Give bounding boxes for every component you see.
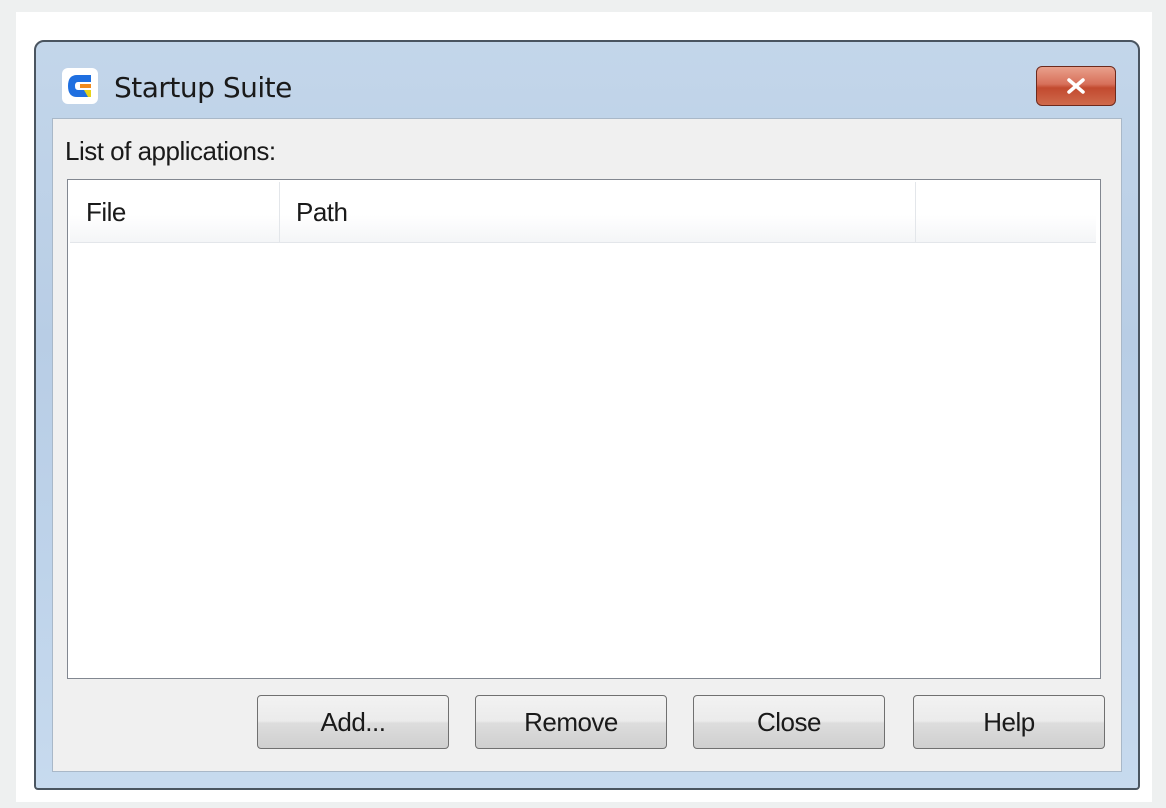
help-button[interactable]: Help [913,695,1105,749]
window-title: Startup Suite [114,71,292,104]
close-x-icon [1067,78,1085,94]
add-button[interactable]: Add... [257,695,449,749]
dialog-client-area: List of applications: File Path Add... R… [52,118,1122,772]
remove-button[interactable]: Remove [475,695,667,749]
list-of-applications-label: List of applications: [65,136,276,166]
column-header-path[interactable]: Path [280,182,916,242]
app-icon [62,68,98,104]
close-button[interactable]: Close [693,695,885,749]
title-bar[interactable]: Startup Suite [36,42,1138,118]
list-body[interactable] [70,243,1096,676]
startup-suite-dialog: Startup Suite List of applications: File… [34,40,1140,790]
close-window-button[interactable] [1036,66,1116,106]
list-header: File Path [70,182,1096,243]
button-row: Add... Remove Close Help [53,695,1121,751]
applications-list[interactable]: File Path [67,179,1101,679]
column-header-empty[interactable] [916,182,1096,242]
column-header-file[interactable]: File [70,182,280,242]
